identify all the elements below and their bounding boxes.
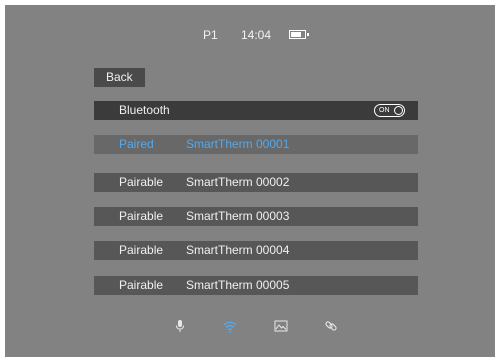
device-status: Pairable [119, 209, 164, 223]
back-button[interactable]: Back [94, 68, 145, 87]
battery-level [291, 32, 302, 37]
device-row-3[interactable]: Pairable SmartTherm 00003 [94, 207, 418, 226]
clock: 14:04 [241, 28, 272, 42]
bluetooth-label: Bluetooth [119, 103, 170, 117]
status-bar: P1 14:04 [5, 27, 495, 43]
device-name: SmartTherm 00003 [186, 209, 290, 223]
device-row-2[interactable]: Pairable SmartTherm 00002 [94, 173, 418, 192]
image-icon[interactable] [274, 319, 288, 333]
device-status: Pairable [119, 243, 164, 257]
device-status: Paired [119, 137, 154, 151]
battery-icon [289, 30, 309, 39]
device-status: Pairable [119, 175, 164, 189]
battery-tip [307, 33, 309, 36]
bluetooth-toggle[interactable]: ON [374, 104, 405, 117]
bluetooth-row: Bluetooth ON [94, 101, 418, 120]
device-screen: P1 14:04 Back Bluetooth ON Paired SmartT… [5, 5, 495, 357]
device-row-1[interactable]: Paired SmartTherm 00001 [94, 135, 418, 154]
toggle-state: ON [379, 107, 390, 114]
wifi-icon[interactable] [223, 319, 237, 333]
device-name: SmartTherm 00001 [186, 137, 290, 151]
device-row-5[interactable]: Pairable SmartTherm 00005 [94, 276, 418, 295]
link-icon[interactable] [324, 319, 338, 333]
device-name: SmartTherm 00004 [186, 243, 290, 257]
device-name: SmartTherm 00002 [186, 175, 290, 189]
device-name: SmartTherm 00005 [186, 278, 290, 292]
profile-indicator: P1 [203, 28, 218, 42]
device-row-4[interactable]: Pairable SmartTherm 00004 [94, 241, 418, 260]
toggle-knob-icon [394, 106, 403, 115]
device-status: Pairable [119, 278, 164, 292]
microphone-icon[interactable] [173, 319, 187, 333]
